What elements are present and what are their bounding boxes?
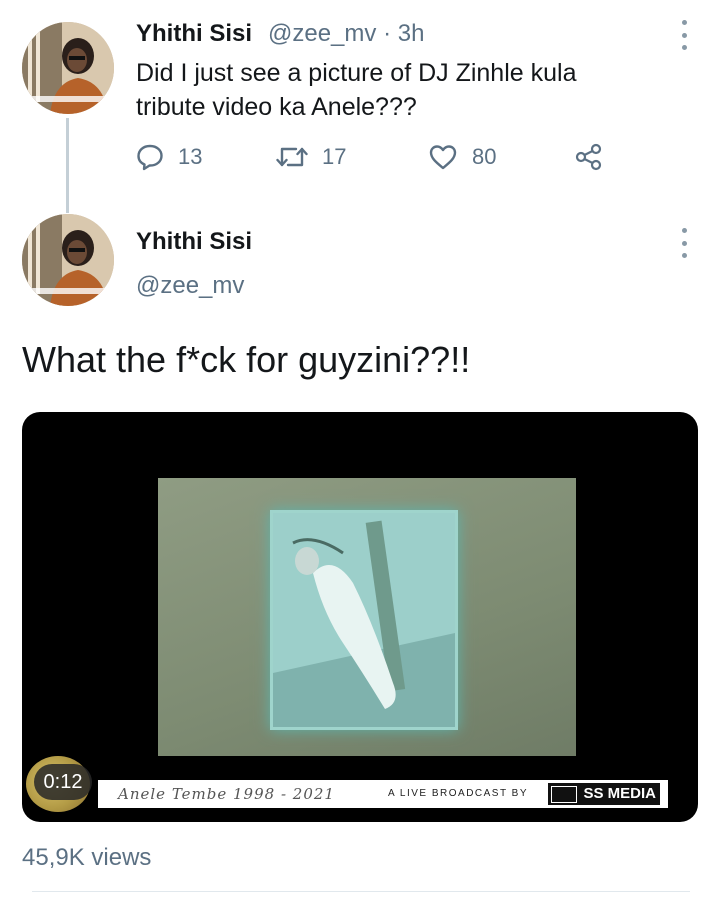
avatar-image xyxy=(22,22,114,114)
view-count: 45,9K views xyxy=(22,844,152,871)
avatar-image xyxy=(22,214,114,306)
tweet-text-line: Did I just see a picture of DJ Zinhle ku… xyxy=(136,59,577,87)
reply-count: 13 xyxy=(178,144,203,169)
banner-memorial-text: Anele Tembe 1998 - 2021 xyxy=(118,785,335,803)
avatar[interactable] xyxy=(22,214,114,306)
projection-screen xyxy=(158,478,576,756)
retweet-button[interactable]: 17 xyxy=(276,143,346,171)
tweet-text-line: tribute video ka Anele??? xyxy=(136,93,417,121)
tweet-text: What the f*ck for guyzini??!! xyxy=(22,339,471,380)
share-button[interactable] xyxy=(574,143,604,171)
author-name[interactable]: Yhithi Sisi xyxy=(136,20,252,48)
divider xyxy=(32,891,690,892)
video-duration: 0:12 xyxy=(34,764,92,800)
thread-connector xyxy=(66,118,69,213)
like-button[interactable]: 80 xyxy=(428,143,496,171)
like-count: 80 xyxy=(472,144,497,169)
reply-icon xyxy=(137,144,163,171)
share-icon xyxy=(575,143,602,171)
video-player[interactable]: Anele Tembe 1998 - 2021 A LIVE BROADCAST… xyxy=(22,412,698,822)
more-icon[interactable] xyxy=(680,20,688,50)
banner-live-text: A LIVE BROADCAST BY xyxy=(388,788,529,799)
author-handle-time[interactable]: @zee_mv · 3h xyxy=(268,20,424,48)
projected-photo xyxy=(270,510,458,730)
author-handle[interactable]: @zee_mv xyxy=(136,272,244,300)
more-icon[interactable] xyxy=(680,228,688,258)
like-icon xyxy=(429,145,457,170)
reply-button[interactable]: 13 xyxy=(136,143,202,171)
avatar[interactable] xyxy=(22,22,114,114)
author-name[interactable]: Yhithi Sisi xyxy=(136,228,252,256)
retweet-icon xyxy=(276,147,308,167)
ss-media-logo: SS MEDIA xyxy=(548,783,660,805)
retweet-count: 17 xyxy=(322,144,347,169)
ss-media-logo-text: SS MEDIA xyxy=(583,785,656,802)
broadcast-banner: Anele Tembe 1998 - 2021 A LIVE BROADCAST… xyxy=(98,780,668,808)
photo-image xyxy=(273,513,455,727)
